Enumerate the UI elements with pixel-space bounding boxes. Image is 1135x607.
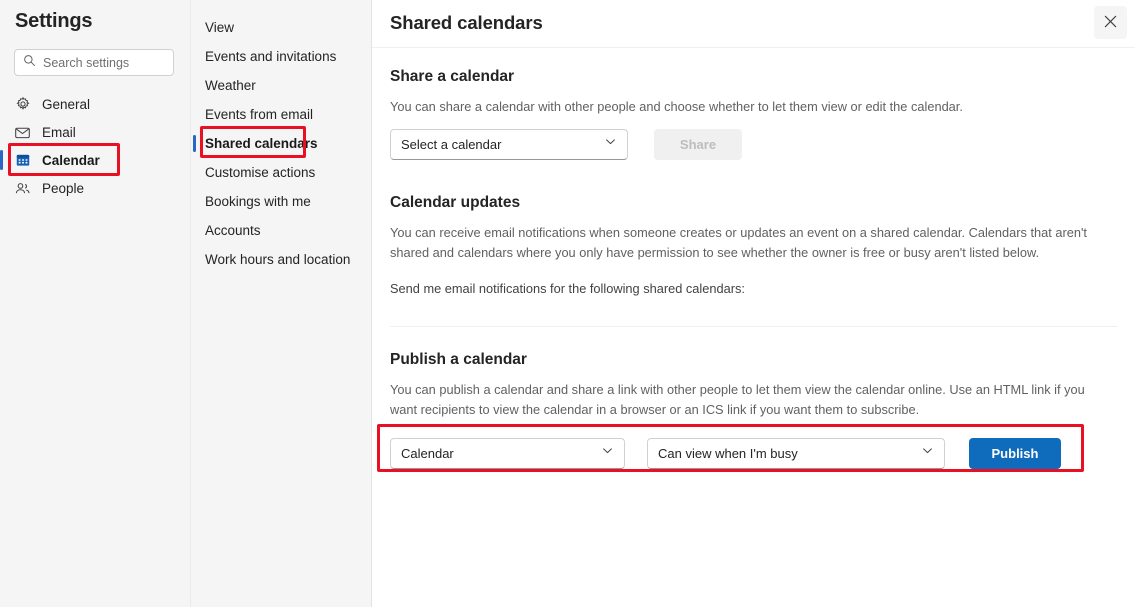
publish-section-title: Publish a calendar xyxy=(390,351,527,369)
main-content: Shared calendars Share a calendar You ca… xyxy=(372,0,1135,607)
subnav-item-label: Bookings with me xyxy=(205,194,311,209)
settings-sidebar: Settings G xyxy=(0,0,191,607)
people-icon xyxy=(14,180,31,197)
subnav-item-label: Shared calendars xyxy=(205,136,318,151)
chevron-down-icon xyxy=(604,135,617,153)
settings-dialog: Settings G xyxy=(0,0,1135,607)
content-body: Share a calendar You can share a calenda… xyxy=(372,48,1135,469)
chevron-down-icon xyxy=(601,444,614,462)
sidebar-item-label: Calendar xyxy=(42,152,100,168)
sidebar-item-calendar[interactable]: Calendar xyxy=(0,146,191,174)
publish-calendar-value: Calendar xyxy=(401,445,454,461)
share-controls-row: Select a calendar Share xyxy=(390,128,1117,160)
subnav-item-label: Work hours and location xyxy=(205,252,351,267)
sidebar-item-people[interactable]: People xyxy=(0,174,191,202)
subnav-item-bookings-with-me[interactable]: Bookings with me xyxy=(191,187,371,216)
calendar-icon xyxy=(14,152,31,169)
subnav-item-events-from-email[interactable]: Events from email xyxy=(191,100,371,129)
subnav-item-accounts[interactable]: Accounts xyxy=(191,216,371,245)
sidebar-item-label: General xyxy=(42,96,91,112)
subnav-item-view[interactable]: View xyxy=(191,13,371,42)
sidebar-item-general[interactable]: General xyxy=(0,90,191,118)
gear-icon xyxy=(14,96,31,113)
sidebar-item-email[interactable]: Email xyxy=(0,118,191,146)
publish-button[interactable]: Publish xyxy=(969,437,1061,469)
envelope-icon xyxy=(14,124,31,141)
updates-section-description: You can receive email notifications when… xyxy=(390,224,1087,260)
close-icon xyxy=(1103,14,1118,32)
publish-section-description: You can publish a calendar and share a l… xyxy=(390,382,1085,418)
share-section-title: Share a calendar xyxy=(390,68,515,85)
search-icon xyxy=(23,54,36,72)
select-a-calendar-value: Select a calendar xyxy=(401,136,502,152)
search-input[interactable] xyxy=(43,55,163,70)
share-button[interactable]: Share xyxy=(654,128,742,160)
updates-section-prompt: Send me email notifications for the foll… xyxy=(390,281,745,297)
publish-calendar-dropdown[interactable]: Calendar xyxy=(390,437,625,469)
publish-permission-value: Can view when I'm busy xyxy=(658,445,798,461)
content-header: Shared calendars xyxy=(372,0,1135,48)
subnav-item-events-and-invitations[interactable]: Events and invitations xyxy=(191,42,371,71)
calendar-subnav: View Events and invitations Weather Even… xyxy=(191,0,372,607)
subnav-item-label: Events from email xyxy=(205,107,314,122)
subnav-item-label: Accounts xyxy=(205,223,261,238)
settings-title: Settings xyxy=(15,10,93,32)
sidebar-nav-list: General Email Calendar People xyxy=(0,90,191,202)
subnav-item-weather[interactable]: Weather xyxy=(191,71,371,100)
sidebar-item-label: Email xyxy=(42,124,76,140)
page-title: Shared calendars xyxy=(390,12,543,33)
search-settings-box[interactable] xyxy=(14,49,174,76)
selected-indicator-bar xyxy=(0,150,3,170)
calendar-updates-section: Calendar updates You can receive email n… xyxy=(390,160,1117,299)
select-a-calendar-dropdown[interactable]: Select a calendar xyxy=(390,128,628,160)
share-section-description: You can share a calendar with other peop… xyxy=(390,99,963,114)
chevron-down-icon xyxy=(921,444,934,462)
sidebar-item-label: People xyxy=(42,180,85,196)
subnav-item-shared-calendars[interactable]: Shared calendars xyxy=(191,129,371,158)
close-button[interactable] xyxy=(1094,6,1127,39)
updates-section-title: Calendar updates xyxy=(390,193,521,211)
publish-permission-dropdown[interactable]: Can view when I'm busy xyxy=(647,437,945,469)
share-a-calendar-section: Share a calendar You can share a calenda… xyxy=(390,48,1117,160)
subnav-item-label: Weather xyxy=(205,78,256,93)
subnav-item-customise-actions[interactable]: Customise actions xyxy=(191,158,371,187)
subnav-item-label: Customise actions xyxy=(205,165,316,180)
subnav-item-work-hours-and-location[interactable]: Work hours and location xyxy=(191,245,371,274)
subnav-item-label: Events and invitations xyxy=(205,49,337,64)
publish-a-calendar-section: Publish a calendar You can publish a cal… xyxy=(390,327,1117,469)
subnav-item-label: View xyxy=(205,20,235,35)
publish-controls-row: Calendar Can view when I'm busy Publish xyxy=(390,437,1117,469)
selected-indicator-bar xyxy=(193,135,196,152)
